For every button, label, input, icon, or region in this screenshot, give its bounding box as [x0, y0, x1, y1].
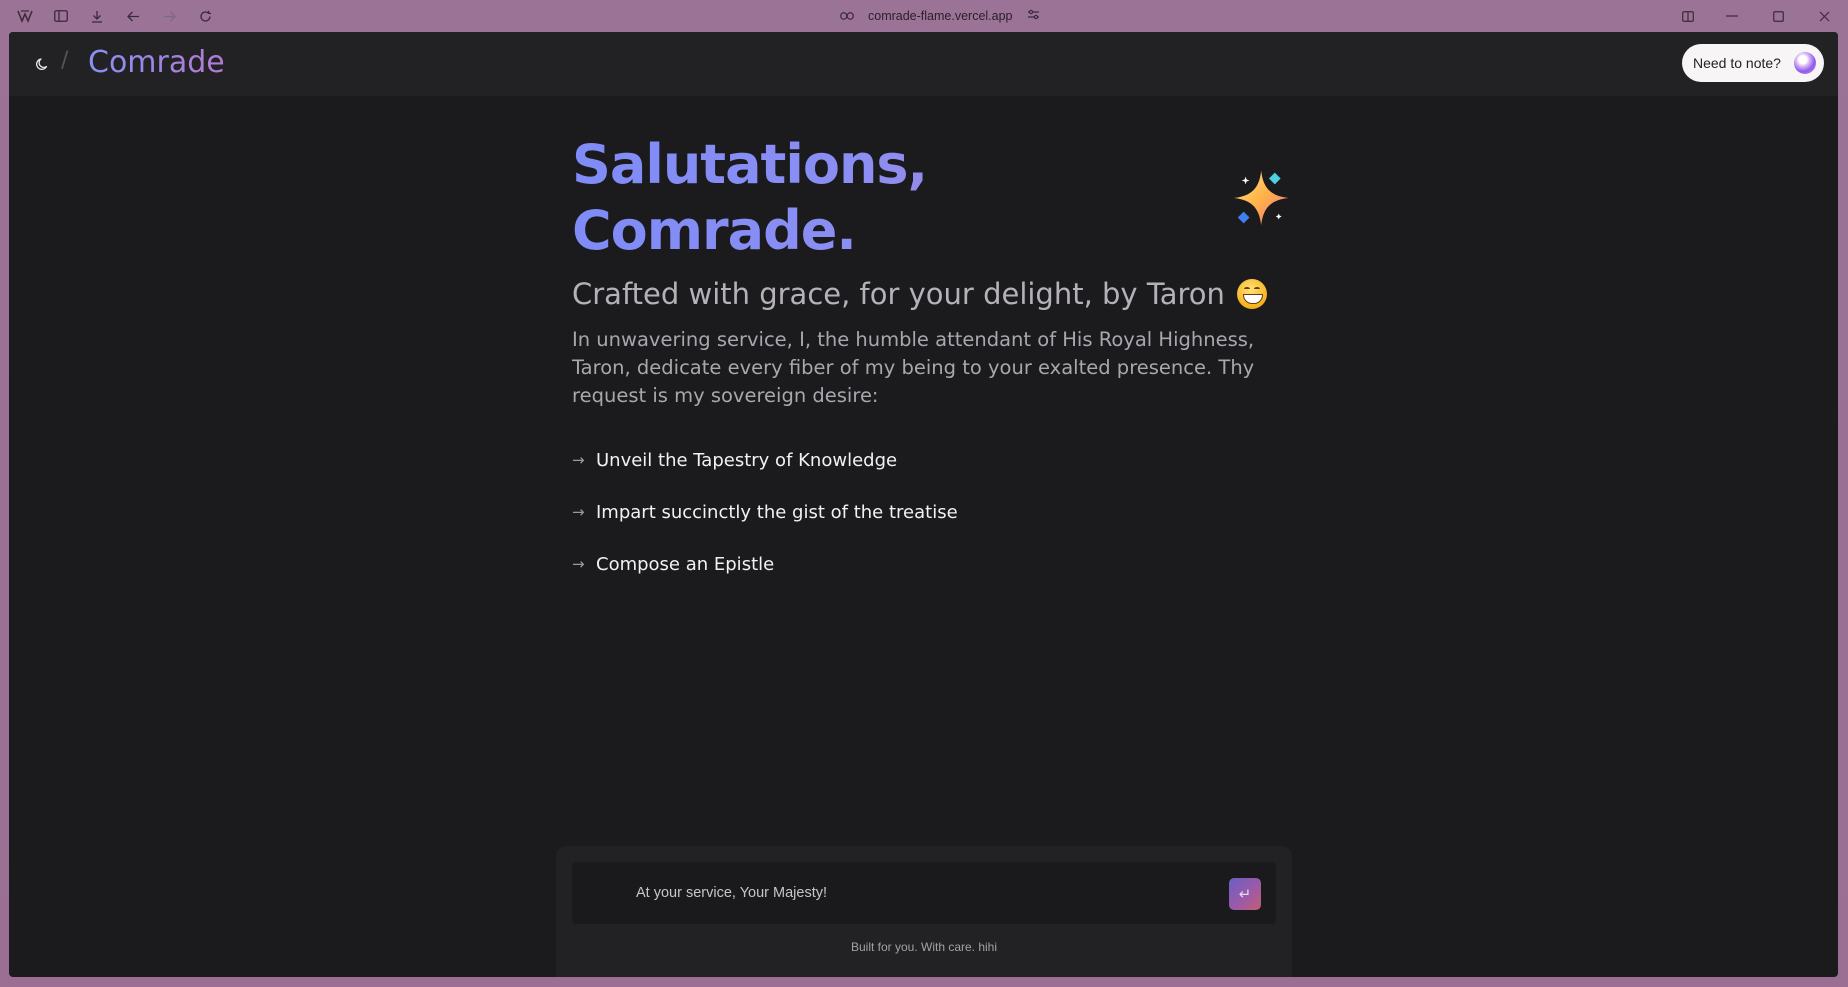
- message-input[interactable]: [636, 880, 1196, 906]
- sidebar-toggle-icon[interactable]: [50, 6, 72, 26]
- url-text[interactable]: comrade-flame.vercel.app: [868, 9, 1013, 23]
- download-icon[interactable]: [86, 6, 108, 26]
- top-bar: / Comrade Need to note?: [9, 32, 1838, 96]
- enter-icon: ↵: [1238, 885, 1252, 903]
- note-button-label: Need to note?: [1693, 55, 1781, 71]
- site-settings-icon[interactable]: [1027, 9, 1040, 23]
- moon-icon[interactable]: [31, 52, 55, 76]
- subtitle-text: Crafted with grace, for your delight, by…: [572, 277, 1225, 311]
- forward-icon[interactable]: [158, 6, 180, 26]
- page-title: Salutations, Comrade.: [572, 132, 1292, 264]
- arrow-right-icon: →: [572, 451, 585, 469]
- browser-chrome: comrade-flame.vercel.app: [0, 0, 1848, 32]
- composer-panel: ↵ Built for you. With care. hihi: [556, 846, 1292, 977]
- grinning-face-icon: [1236, 279, 1267, 309]
- address-bar[interactable]: comrade-flame.vercel.app: [840, 6, 1040, 26]
- close-icon[interactable]: [1813, 6, 1835, 26]
- split-view-icon[interactable]: [1677, 6, 1699, 26]
- reload-icon[interactable]: [194, 6, 216, 26]
- suggestion-list: → Unveil the Tapestry of Knowledge → Imp…: [572, 434, 1292, 590]
- breadcrumb-separator: /: [61, 48, 69, 73]
- suggestion-label: Compose an Epistle: [596, 553, 775, 575]
- maximize-icon[interactable]: [1767, 6, 1789, 26]
- suggestion-item[interactable]: → Compose an Epistle: [572, 538, 1292, 590]
- welcome-section: Salutations, Comrade. Crafted with grace…: [572, 132, 1292, 590]
- suggestion-item[interactable]: → Impart succinctly the gist of the trea…: [572, 486, 1292, 538]
- browser-logo-icon[interactable]: [14, 6, 36, 26]
- composer: ↵: [572, 862, 1276, 924]
- arrow-right-icon: →: [572, 555, 585, 573]
- sparkles-icon: [1233, 170, 1289, 226]
- orb-icon: [1794, 52, 1816, 74]
- intro-paragraph: In unwavering service, I, the humble att…: [572, 328, 1255, 407]
- subtitle: Crafted with grace, for your delight, by…: [572, 272, 1292, 316]
- hero-title: Salutations, Comrade.: [572, 132, 1212, 264]
- send-button[interactable]: ↵: [1229, 878, 1261, 910]
- need-to-note-button[interactable]: Need to note?: [1682, 44, 1824, 82]
- suggestion-label: Unveil the Tapestry of Knowledge: [596, 449, 898, 471]
- link-icon: [840, 9, 854, 23]
- brand-title[interactable]: Comrade: [88, 45, 225, 80]
- minimize-icon[interactable]: [1721, 6, 1743, 26]
- app-window: / Comrade Need to note? Salutations, Com…: [9, 32, 1838, 977]
- arrow-right-icon: →: [572, 503, 585, 521]
- back-icon[interactable]: [122, 6, 144, 26]
- suggestion-label: Impart succinctly the gist of the treati…: [596, 501, 958, 523]
- footer-note: Built for you. With care. hihi: [850, 940, 998, 954]
- suggestion-item[interactable]: → Unveil the Tapestry of Knowledge: [572, 434, 1292, 486]
